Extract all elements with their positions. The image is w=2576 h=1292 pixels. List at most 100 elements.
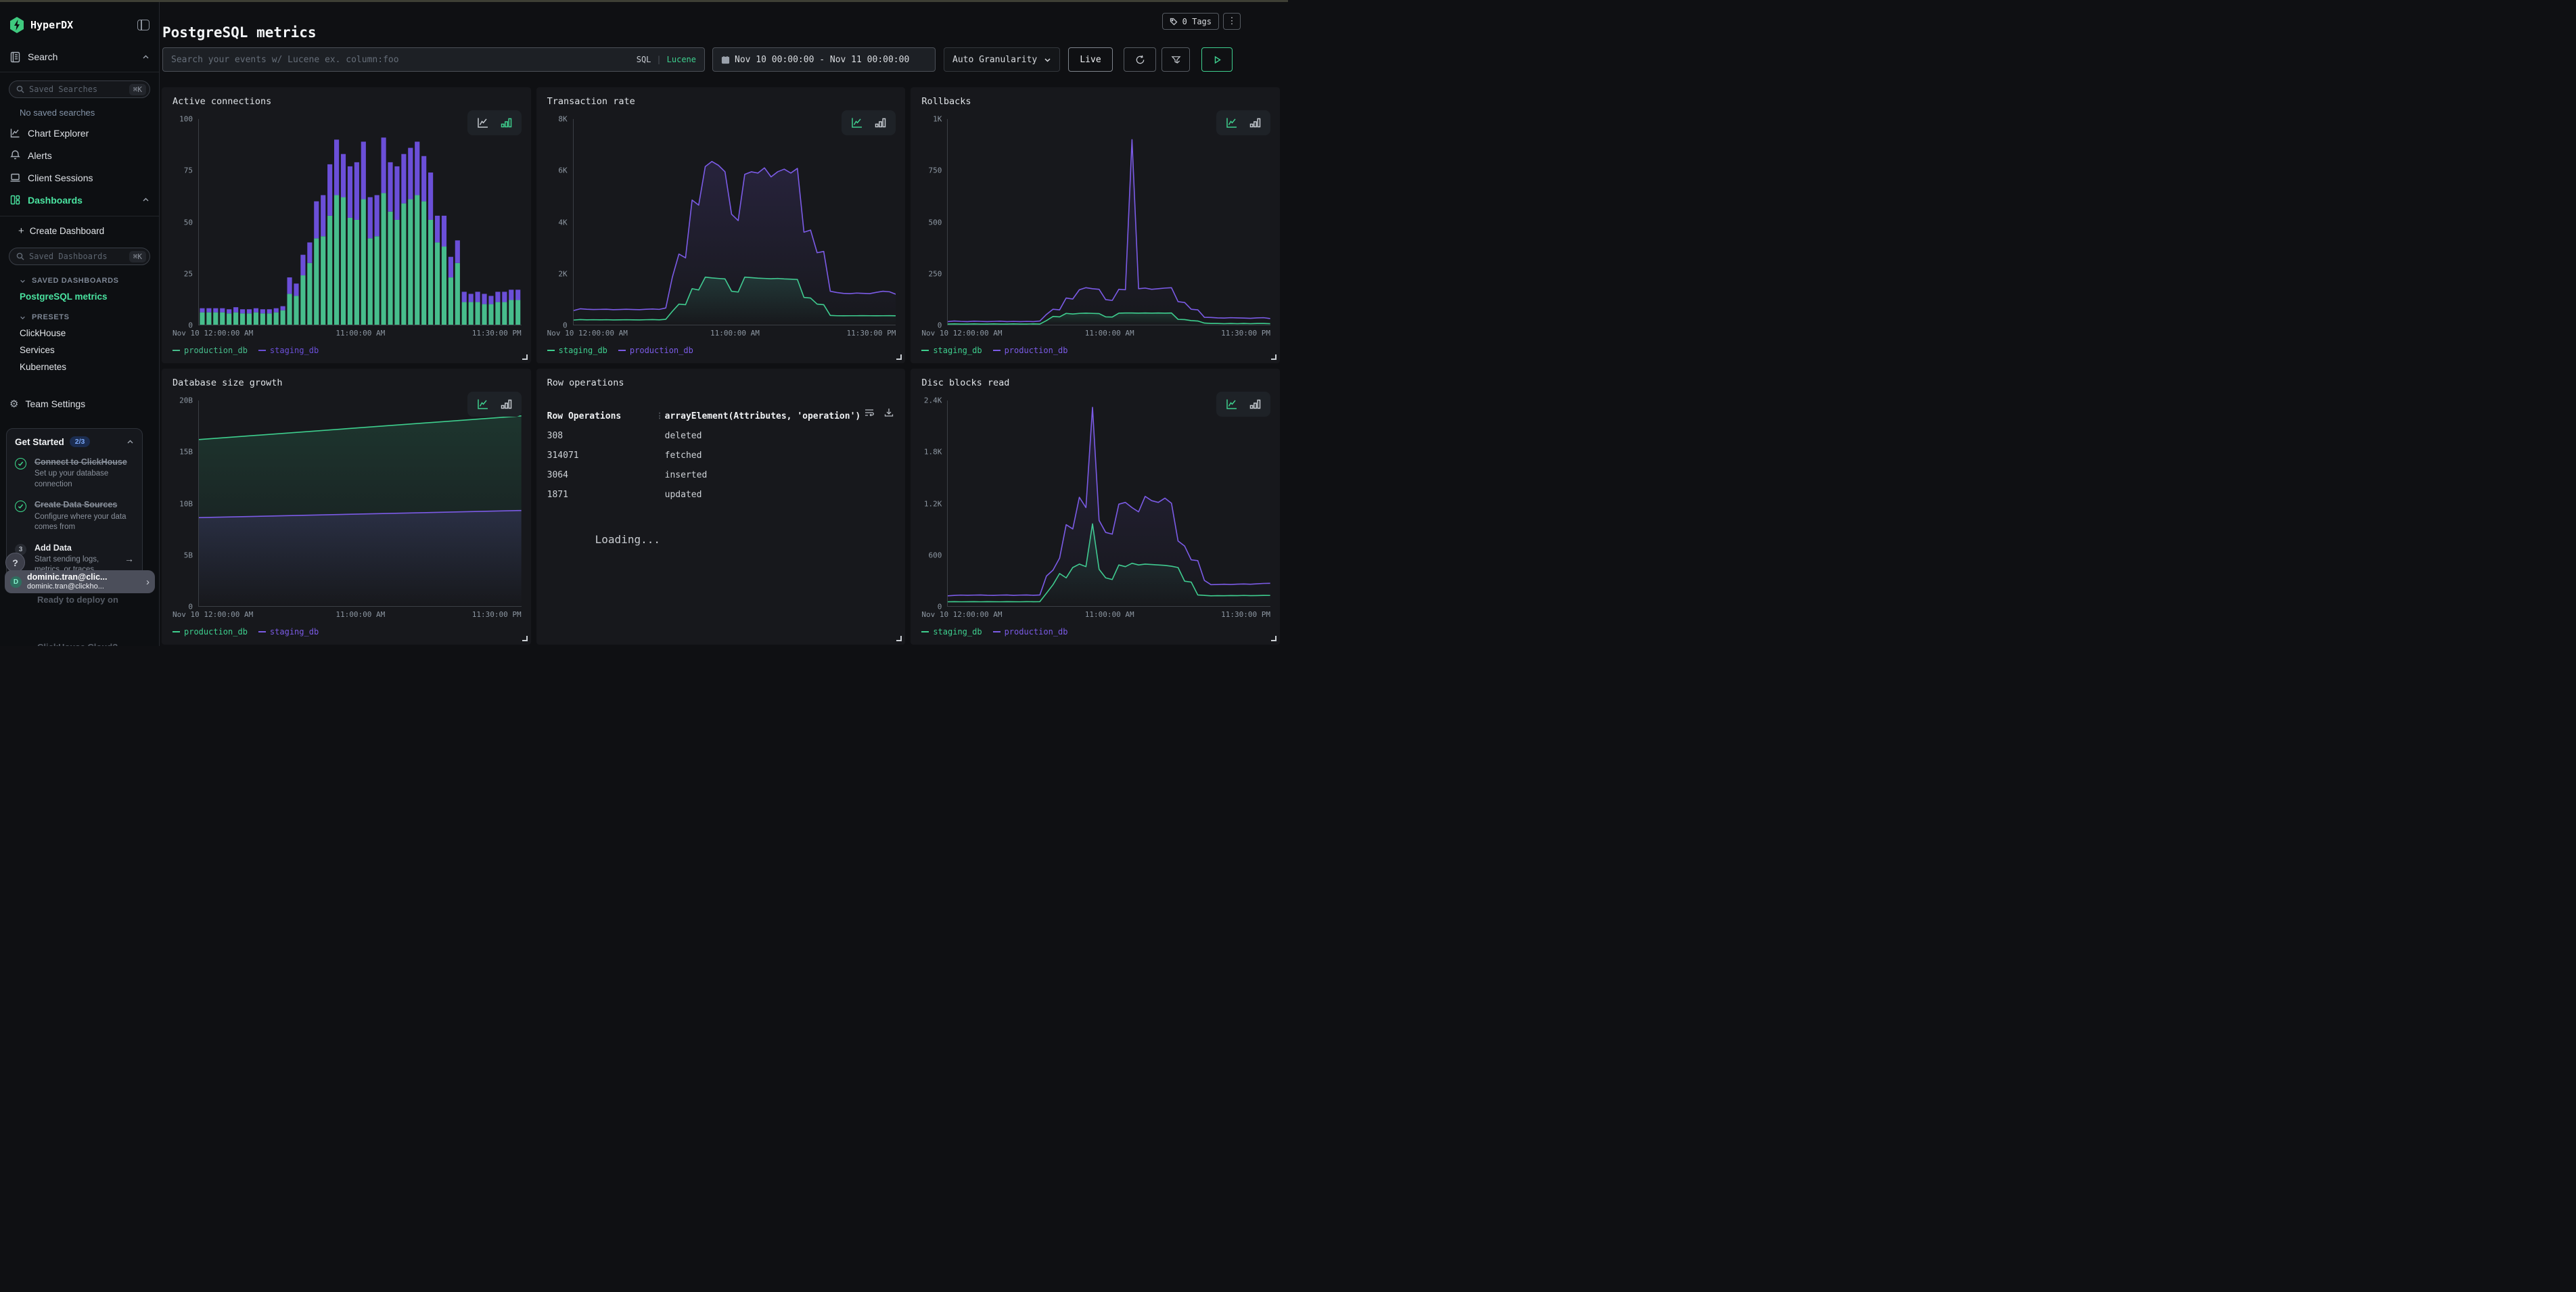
dashboard-grid: Active connections 1007550250 Nov 10 12:0…	[162, 87, 1280, 645]
bar-view-icon[interactable]	[1249, 398, 1262, 411]
user-profile-chip[interactable]: D dominic.tran@clic... dominic.tran@clic…	[5, 570, 155, 593]
resize-handle[interactable]	[896, 354, 902, 360]
table-row[interactable]: 3064inserted	[547, 465, 895, 485]
event-search-box[interactable]: SQL | Lucene	[162, 47, 705, 72]
chart-area[interactable]: 20B15B10B5B0	[171, 400, 522, 607]
chevron-up-icon	[142, 196, 150, 204]
saved-searches-input[interactable]	[29, 85, 129, 94]
y-tick: 1.8K	[924, 448, 942, 457]
filter-button[interactable]	[1162, 47, 1190, 72]
panel-title[interactable]: Database size growth	[172, 377, 283, 388]
table-row[interactable]: 308deleted	[547, 426, 895, 446]
bar-view-icon[interactable]	[874, 116, 887, 129]
presets-section-header[interactable]: PRESETS	[20, 313, 150, 321]
resize-handle[interactable]	[896, 636, 902, 641]
line-view-icon[interactable]	[476, 116, 489, 129]
lucene-mode-toggle[interactable]: Lucene	[667, 55, 696, 64]
sidebar-item-postgresql-metrics[interactable]: PostgreSQL metrics	[20, 292, 150, 302]
resize-handle[interactable]	[522, 636, 528, 641]
plot-area[interactable]	[947, 400, 1270, 607]
legend-staging_db[interactable]: staging_db	[258, 627, 319, 637]
sidebar-item-chart-explorer[interactable]: Chart Explorer	[0, 122, 159, 144]
resize-handle[interactable]	[1271, 354, 1276, 360]
legend-staging_db[interactable]: staging_db	[547, 346, 607, 355]
panel-title[interactable]: Active connections	[172, 96, 271, 107]
chart-area[interactable]: 1007550250	[171, 119, 522, 325]
x-axis: Nov 10 12:00:00 AM11:00:00 AM11:30:00 PM	[921, 610, 1270, 621]
create-dashboard-button[interactable]: + Create Dashboard	[18, 222, 150, 239]
chart-area[interactable]: 1K7505002500	[920, 119, 1270, 325]
sidebar-collapse-icon[interactable]	[137, 20, 150, 30]
line-view-icon[interactable]	[850, 116, 863, 129]
help-button[interactable]: ?	[5, 553, 25, 572]
saved-searches-search[interactable]: ⌘K	[9, 80, 150, 98]
time-range-picker[interactable]: Nov 10 00:00:00 - Nov 11 00:00:00	[712, 47, 936, 72]
live-button[interactable]: Live	[1068, 47, 1113, 72]
line-view-icon[interactable]	[1225, 398, 1238, 411]
get-started-item-data-sources[interactable]: Create Data Sources Configure where your…	[15, 499, 134, 532]
sidebar-item-clickhouse[interactable]: ClickHouse	[20, 328, 150, 338]
x-tick: Nov 10 12:00:00 AM	[172, 329, 253, 338]
y-tick: 4K	[558, 218, 567, 227]
dashboard-menu-button[interactable]: ⋮	[1223, 13, 1241, 30]
x-axis: Nov 10 12:00:00 AM11:00:00 AM11:30:00 PM	[172, 329, 522, 340]
sidebar-item-dashboards[interactable]: Dashboards	[0, 189, 159, 211]
legend-staging_db[interactable]: staging_db	[921, 346, 982, 355]
chart-legend: staging_db production_db	[921, 346, 1067, 355]
sidebar-item-alerts[interactable]: Alerts	[0, 144, 159, 166]
sidebar-item-services[interactable]: Services	[20, 345, 150, 355]
run-query-button[interactable]	[1201, 47, 1233, 72]
saved-dashboards-input[interactable]	[29, 252, 129, 261]
app-logo[interactable]: HyperDX	[30, 19, 137, 31]
chart-area[interactable]: 8K6K4K2K0	[546, 119, 896, 325]
plot-area[interactable]	[573, 119, 896, 325]
panel-title[interactable]: Rollbacks	[921, 96, 971, 107]
sidebar-item-client-sessions[interactable]: Client Sessions	[0, 166, 159, 189]
bar-view-icon[interactable]	[500, 398, 513, 411]
resize-handle[interactable]	[522, 354, 528, 360]
x-tick: Nov 10 12:00:00 AM	[921, 329, 1002, 338]
bar-view-icon[interactable]	[1249, 116, 1262, 129]
line-view-icon[interactable]	[1225, 116, 1238, 129]
sidebar-item-search[interactable]: Search	[0, 47, 159, 67]
sidebar-item-team-settings[interactable]: ⚙ Team Settings	[0, 394, 159, 414]
y-tick: 75	[184, 166, 193, 175]
plot-area[interactable]	[198, 400, 522, 607]
toolbar: SQL | Lucene Nov 10 00:00:00 - Nov 11 00…	[162, 47, 1233, 72]
saved-dashboards-section-header[interactable]: SAVED DASHBOARDS	[20, 277, 150, 285]
y-tick: 8K	[558, 115, 567, 124]
panel-disc-blocks-read: Disc blocks read 2.4K1.8K1.2K6000 Nov 10 …	[911, 369, 1280, 645]
panel-title[interactable]: Disc blocks read	[921, 377, 1009, 388]
plot-area[interactable]	[198, 119, 522, 325]
no-saved-searches-note: No saved searches	[20, 108, 150, 118]
get-started-item-connect[interactable]: Connect to ClickHouse Set up your databa…	[15, 457, 134, 490]
y-tick: 250	[928, 269, 942, 278]
table-row[interactable]: 314071fetched	[547, 446, 895, 465]
sidebar-item-label: Dashboards	[28, 195, 83, 206]
refresh-button[interactable]	[1124, 47, 1156, 72]
sidebar-item-kubernetes[interactable]: Kubernetes	[20, 362, 150, 372]
bar-view-icon[interactable]	[500, 116, 513, 129]
granularity-select[interactable]: Auto Granularity	[944, 47, 1060, 72]
plot-area[interactable]	[947, 119, 1270, 325]
legend-production_db[interactable]: production_db	[172, 627, 248, 637]
event-search-input[interactable]	[171, 55, 637, 65]
legend-staging_db[interactable]: staging_db	[258, 346, 319, 355]
tags-button[interactable]: 0 Tags	[1162, 13, 1219, 30]
panel-title[interactable]: Transaction rate	[547, 96, 635, 107]
saved-dashboards-search[interactable]: ⌘K	[9, 248, 150, 265]
sql-mode-toggle[interactable]: SQL	[637, 55, 651, 64]
legend-production_db[interactable]: production_db	[618, 346, 693, 355]
get-started-header[interactable]: Get Started 2/3	[15, 436, 134, 447]
legend-label: staging_db	[270, 346, 319, 355]
line-view-icon[interactable]	[476, 398, 489, 411]
legend-production_db[interactable]: production_db	[993, 346, 1068, 355]
legend-staging_db[interactable]: staging_db	[921, 627, 982, 637]
table-row[interactable]: 1871updated	[547, 485, 895, 505]
legend-production_db[interactable]: production_db	[993, 627, 1068, 637]
get-started-card: Get Started 2/3 Connect to ClickHouse Se…	[6, 428, 143, 586]
panel-title[interactable]: Row operations	[547, 377, 624, 388]
resize-handle[interactable]	[1271, 636, 1276, 641]
chart-area[interactable]: 2.4K1.8K1.2K6000	[920, 400, 1270, 607]
legend-production_db[interactable]: production_db	[172, 346, 248, 355]
